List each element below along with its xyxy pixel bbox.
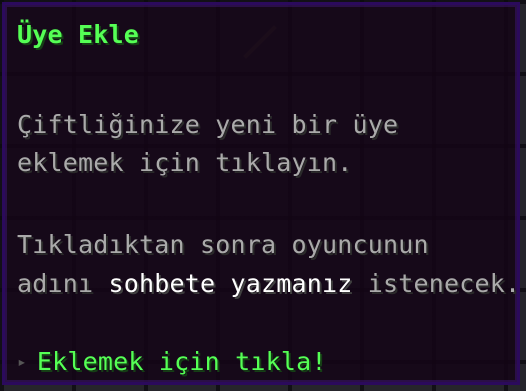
click-to-add-action[interactable]: ▸ Eklemek için tıkla! (17, 347, 327, 377)
info-line-1: Tıkladıktan sonra oyuncunun (17, 230, 429, 259)
info-line-2: adını sohbete yazmanız istenecek. (17, 269, 520, 299)
action-arrow-icon: ▸ (17, 352, 27, 371)
info-line-2-start: adını (17, 269, 109, 298)
description-line-1: Çiftliğinize yeni bir üye (17, 110, 399, 139)
item-tooltip: Üye Ekle Çiftliğinize yeni bir üye eklem… (2, 2, 520, 385)
info-line-2-highlight: sohbete yazmanız (108, 269, 353, 298)
action-label: Eklemek için tıkla! (36, 347, 327, 376)
info-line-2-end: istenecek. (352, 269, 521, 298)
description-line-2: eklemek için tıklayın. (17, 148, 353, 177)
tooltip-title: Üye Ekle (17, 20, 140, 49)
